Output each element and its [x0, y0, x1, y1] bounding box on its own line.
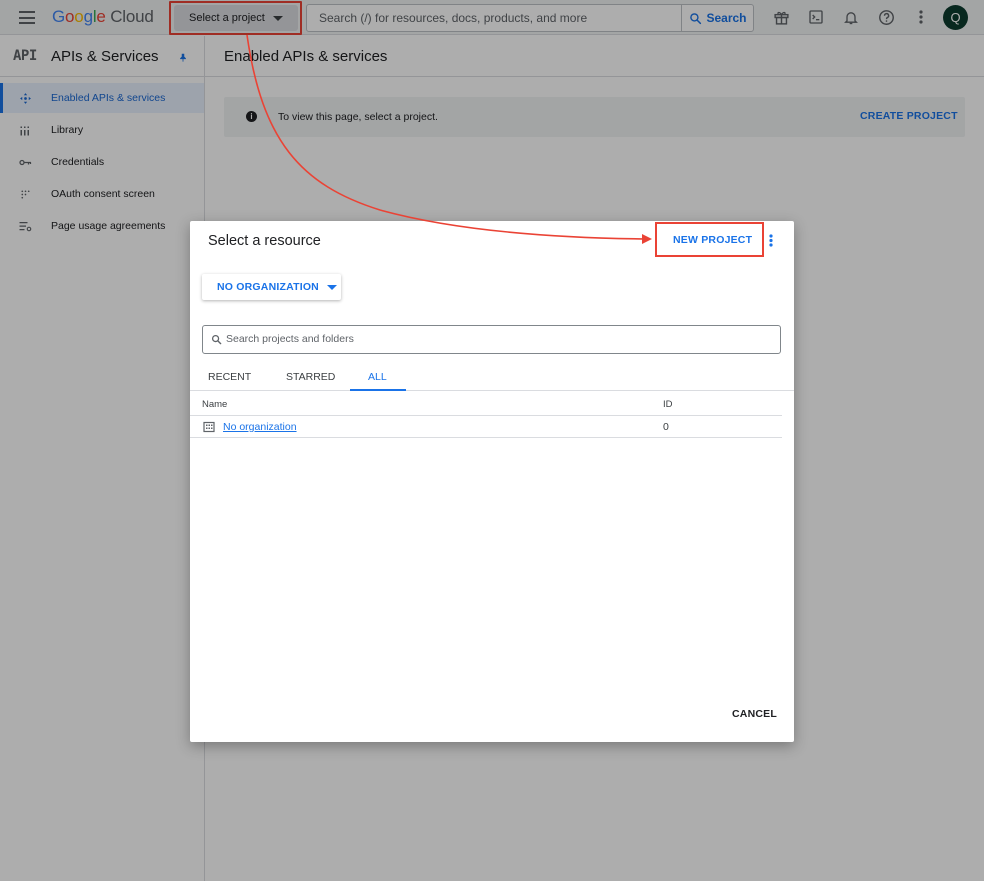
header-divider [190, 415, 782, 416]
column-header-name[interactable]: Name [202, 399, 227, 410]
project-search-input[interactable] [226, 333, 766, 345]
organization-dropdown-label: NO ORGANIZATION [217, 281, 319, 293]
project-search [202, 325, 781, 354]
search-icon [211, 334, 222, 345]
active-tab-indicator [350, 389, 406, 391]
new-project-button[interactable]: NEW PROJECT [673, 234, 752, 246]
more-vert-icon[interactable] [769, 234, 777, 248]
select-resource-dialog: Select a resource NEW PROJECT NO ORGANIZ… [190, 221, 794, 742]
row-divider [190, 437, 782, 438]
tab-starred[interactable]: STARRED [286, 371, 335, 383]
resource-tabs: RECENT STARRED ALL [190, 365, 794, 391]
organization-dropdown[interactable]: NO ORGANIZATION [202, 274, 341, 300]
dialog-title: Select a resource [208, 233, 321, 249]
table-row-name-link[interactable]: No organization [223, 421, 297, 433]
caret-down-icon [326, 284, 337, 290]
table-row-id: 0 [663, 421, 669, 433]
cancel-button[interactable]: CANCEL [732, 708, 777, 720]
building-icon [203, 420, 215, 438]
tab-recent[interactable]: RECENT [208, 371, 251, 383]
tab-all[interactable]: ALL [368, 371, 387, 383]
column-header-id[interactable]: ID [663, 399, 673, 410]
